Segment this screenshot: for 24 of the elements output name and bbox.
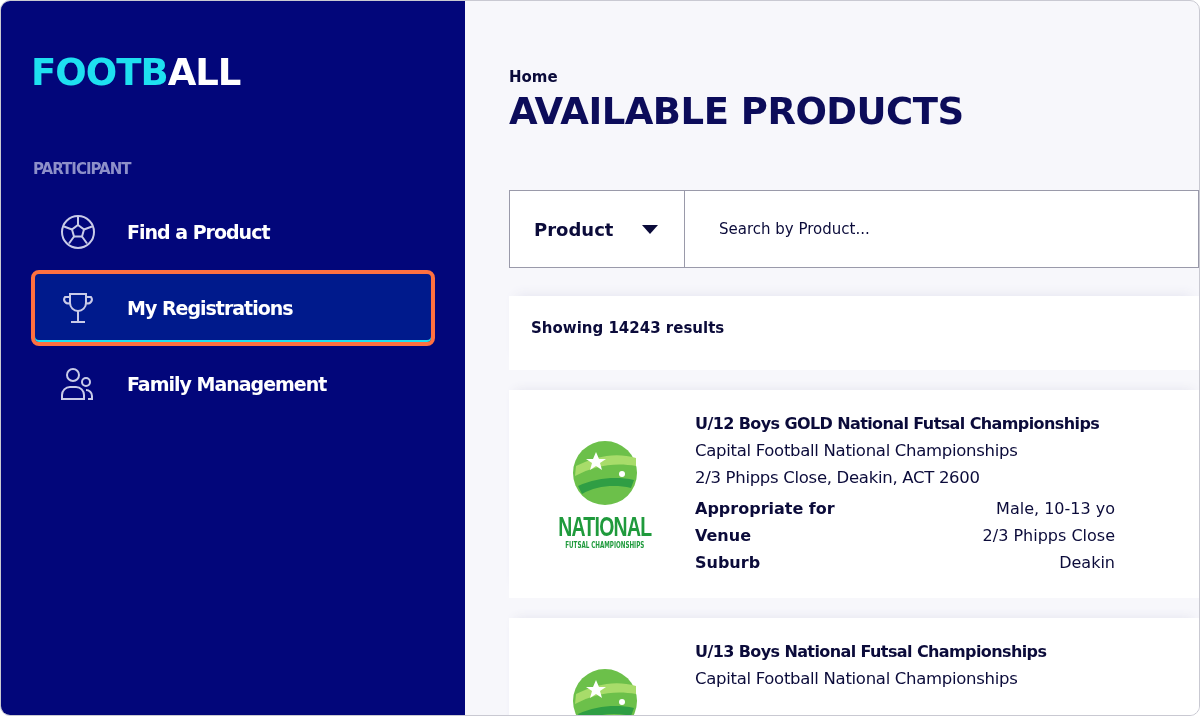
breadcrumb-link[interactable]: Home (509, 68, 558, 86)
nav-item[interactable]: My Registrations (31, 270, 435, 346)
detail-value: 2/3 Phipps Close (982, 525, 1115, 547)
search-field[interactable]: Search by Product... (685, 190, 1199, 268)
soccer-ball-icon (59, 213, 97, 251)
tournament-logo: NATIONAL FUTSAL CHAMPIONSHIPS (539, 414, 671, 574)
organiser-name: Capital Football National Championships (695, 668, 1019, 690)
filter-dropdown[interactable]: Product (509, 190, 685, 268)
nav-item[interactable]: Family Management (31, 346, 435, 422)
results-count: Showing 14243 results (531, 319, 725, 337)
page-title: AVAILABLE PRODUCTS (509, 90, 965, 133)
detail-value: Male, 10-13 yo (995, 498, 1115, 520)
nav-item[interactable]: Find a Product (31, 194, 435, 270)
product-title[interactable]: U/12 Boys GOLD National Futsal Championships (695, 414, 1115, 433)
caret-icon (642, 224, 658, 234)
product-title[interactable]: U/13 Boys National Futsal Championships (695, 642, 1115, 661)
section-label: PARTICIPANT (33, 160, 131, 178)
detail-value: Deakin (1058, 552, 1115, 574)
organiser-name: Capital Football National Championships (695, 440, 1019, 462)
detail-label: Appropriate for (695, 498, 835, 520)
logo-wordmark: FOOTBALL (31, 51, 241, 94)
address-text: 2/3 Phipps Close, Deakin, ACT 2600 (695, 467, 981, 489)
detail-label: Suburb (695, 552, 762, 574)
detail-label: Venue (695, 525, 752, 547)
